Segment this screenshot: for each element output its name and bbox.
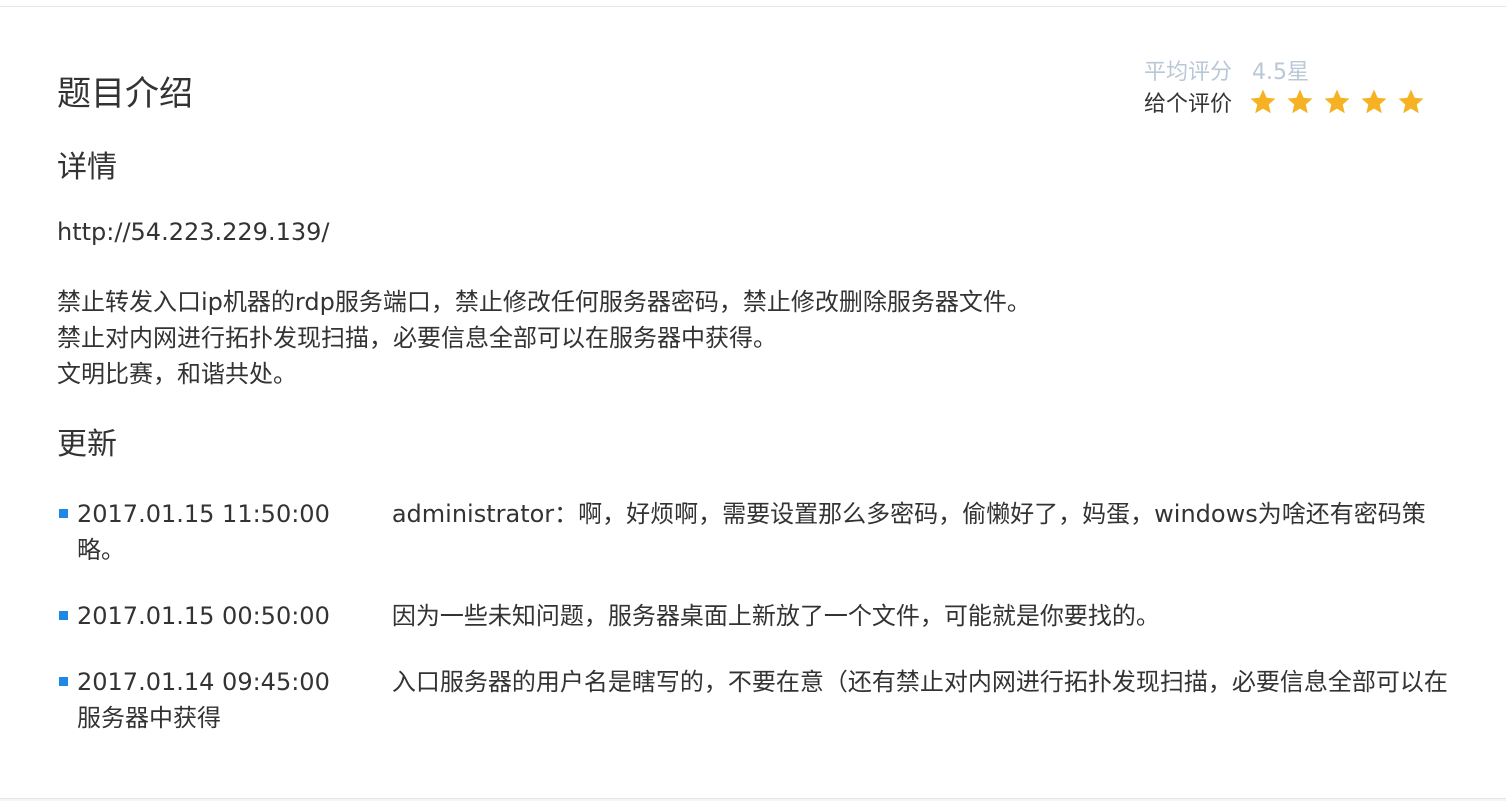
rule-line: 文明比赛，和谐共处。: [57, 360, 297, 388]
update-time: 2017.01.15 00:50:00: [77, 602, 330, 630]
update-time: 2017.01.15 11:50:00: [77, 500, 330, 528]
average-rating: 平均评分 4.5星: [1144, 55, 1444, 85]
update-item: 2017.01.15 00:50:00 因为一些未知问题，服务器桌面上新放了一个文…: [57, 598, 1453, 634]
update-item: 2017.01.14 09:45:00 入口服务器的用户名是瞎写的，不要在意（还有…: [57, 664, 1453, 736]
star-icon[interactable]: [1248, 87, 1278, 117]
rating-stars: [1248, 87, 1426, 117]
average-rating-label: 平均评分: [1144, 60, 1233, 85]
updates-list: 2017.01.15 11:50:00 administrator：啊，好烦啊，需…: [57, 496, 1457, 766]
updates-heading: 更新: [57, 427, 117, 462]
rating-panel: 平均评分 4.5星 给个评价: [1144, 55, 1444, 117]
update-item: 2017.01.15 11:50:00 administrator：啊，好烦啊，需…: [57, 496, 1453, 568]
star-icon[interactable]: [1322, 87, 1352, 117]
top-divider: [0, 0, 1506, 7]
give-rating-label: 给个评价: [1144, 92, 1233, 117]
rules-text: 禁止转发入口ip机器的rdp服务端口，禁止修改任何服务器密码，禁止修改删除服务器…: [57, 284, 1031, 392]
details-heading: 详情: [57, 150, 117, 185]
give-rating: 给个评价: [1144, 87, 1444, 117]
target-url: http://54.223.229.139/: [57, 218, 330, 246]
section-title: 题目介绍: [57, 74, 193, 114]
average-rating-value: 4.5星: [1252, 60, 1310, 85]
update-time: 2017.01.14 09:45:00: [77, 668, 330, 696]
challenge-intro-page: 题目介绍 平均评分 4.5星 给个评价 详情 http://54.223.229…: [0, 0, 1506, 801]
rule-line: 禁止转发入口ip机器的rdp服务端口，禁止修改任何服务器密码，禁止修改删除服务器…: [57, 288, 1031, 316]
star-icon[interactable]: [1396, 87, 1426, 117]
update-text: 因为一些未知问题，服务器桌面上新放了一个文件，可能就是你要找的。: [391, 602, 1160, 630]
star-icon[interactable]: [1359, 87, 1389, 117]
star-icon[interactable]: [1285, 87, 1315, 117]
rule-line: 禁止对内网进行拓扑发现扫描，必要信息全部可以在服务器中获得。: [57, 324, 777, 352]
